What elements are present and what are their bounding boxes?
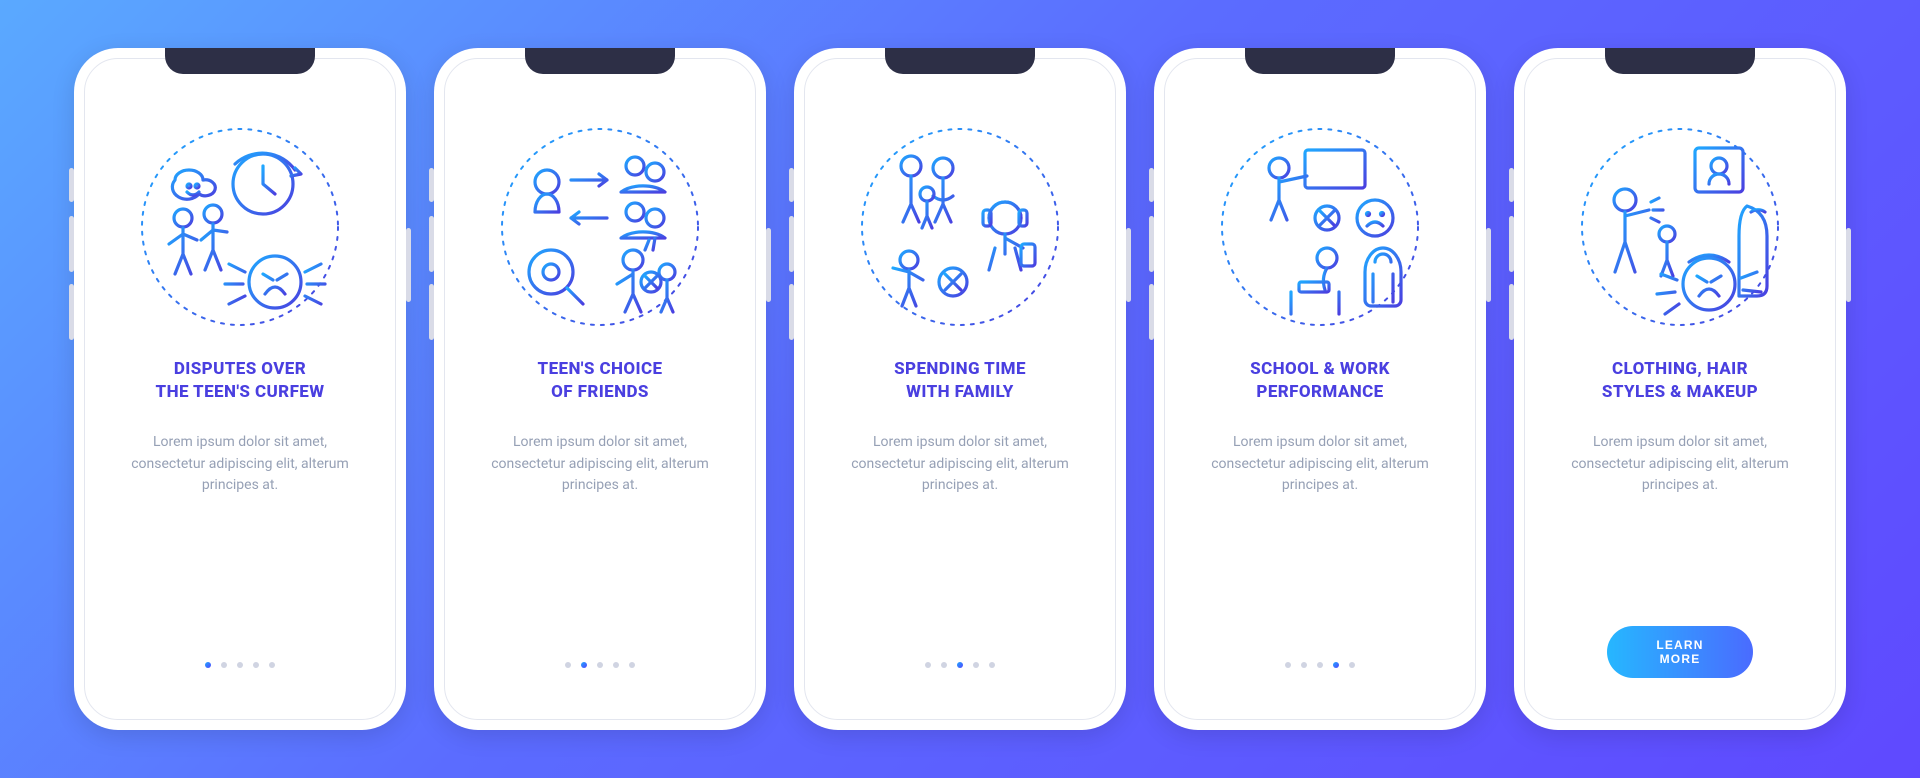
learn-more-button[interactable]: LEARN MORE (1607, 626, 1753, 678)
device-side-button (429, 284, 434, 340)
card-description: Lorem ipsum dolor sit amet, consectetur … (1560, 432, 1800, 497)
dot[interactable] (989, 662, 995, 668)
device-side-button (429, 216, 434, 272)
device-notch (1245, 48, 1395, 74)
card-description: Lorem ipsum dolor sit amet, consectetur … (120, 432, 360, 497)
card-title: SPENDING TIME WITH FAMILY (894, 358, 1026, 408)
screen: CLOTHING, HAIR STYLES & MAKEUP Lorem ips… (1534, 68, 1826, 710)
dot[interactable] (1349, 662, 1355, 668)
screen: SPENDING TIME WITH FAMILY Lorem ipsum do… (814, 68, 1106, 710)
dot[interactable] (269, 662, 275, 668)
dot[interactable] (237, 662, 243, 668)
device-side-button (1509, 284, 1514, 340)
device-side-button (766, 228, 771, 302)
dot[interactable] (1301, 662, 1307, 668)
family-time-icon (855, 122, 1065, 332)
curfew-icon (135, 122, 345, 332)
onboarding-card: SCHOOL & WORK PERFORMANCE Lorem ipsum do… (1154, 48, 1486, 730)
onboarding-card: TEEN'S CHOICE OF FRIENDS Lorem ipsum dol… (434, 48, 766, 730)
appearance-icon (1575, 122, 1785, 332)
device-notch (885, 48, 1035, 74)
dot[interactable] (1285, 662, 1291, 668)
dot[interactable] (957, 662, 963, 668)
device-side-button (69, 168, 74, 202)
screen: SCHOOL & WORK PERFORMANCE Lorem ipsum do… (1174, 68, 1466, 710)
card-title: CLOTHING, HAIR STYLES & MAKEUP (1602, 358, 1758, 408)
device-side-button (406, 228, 411, 302)
device-side-button (1149, 216, 1154, 272)
device-notch (165, 48, 315, 74)
dot[interactable] (253, 662, 259, 668)
friends-icon (495, 122, 705, 332)
card-description: Lorem ipsum dolor sit amet, consectetur … (480, 432, 720, 497)
device-side-button (789, 168, 794, 202)
device-side-button (789, 284, 794, 340)
onboarding-card: CLOTHING, HAIR STYLES & MAKEUP Lorem ips… (1514, 48, 1846, 730)
school-performance-icon (1215, 122, 1425, 332)
dot[interactable] (205, 662, 211, 668)
device-side-button (1149, 284, 1154, 340)
device-side-button (69, 284, 74, 340)
dot[interactable] (925, 662, 931, 668)
onboarding-card: SPENDING TIME WITH FAMILY Lorem ipsum do… (794, 48, 1126, 730)
dot[interactable] (941, 662, 947, 668)
device-side-button (1486, 228, 1491, 302)
card-description: Lorem ipsum dolor sit amet, consectetur … (840, 432, 1080, 497)
dot[interactable] (597, 662, 603, 668)
device-side-button (1126, 228, 1131, 302)
dot[interactable] (581, 662, 587, 668)
page-indicator (1174, 662, 1466, 668)
page-indicator (814, 662, 1106, 668)
dot[interactable] (613, 662, 619, 668)
dot[interactable] (629, 662, 635, 668)
card-title: SCHOOL & WORK PERFORMANCE (1250, 358, 1390, 408)
card-title: TEEN'S CHOICE OF FRIENDS (538, 358, 663, 408)
page-indicator (454, 662, 746, 668)
device-side-button (1846, 228, 1851, 302)
device-notch (1605, 48, 1755, 74)
device-side-button (1149, 168, 1154, 202)
device-side-button (789, 216, 794, 272)
device-side-button (69, 216, 74, 272)
dot[interactable] (221, 662, 227, 668)
onboarding-card: DISPUTES OVER THE TEEN'S CURFEW Lorem ip… (74, 48, 406, 730)
screen: TEEN'S CHOICE OF FRIENDS Lorem ipsum dol… (454, 68, 746, 710)
device-notch (525, 48, 675, 74)
card-title: DISPUTES OVER THE TEEN'S CURFEW (156, 358, 325, 408)
device-side-button (429, 168, 434, 202)
dot[interactable] (1317, 662, 1323, 668)
device-side-button (1509, 216, 1514, 272)
device-side-button (1509, 168, 1514, 202)
dot[interactable] (565, 662, 571, 668)
dot[interactable] (1333, 662, 1339, 668)
card-description: Lorem ipsum dolor sit amet, consectetur … (1200, 432, 1440, 497)
dot[interactable] (973, 662, 979, 668)
screen: DISPUTES OVER THE TEEN'S CURFEW Lorem ip… (94, 68, 386, 710)
page-indicator (94, 662, 386, 668)
